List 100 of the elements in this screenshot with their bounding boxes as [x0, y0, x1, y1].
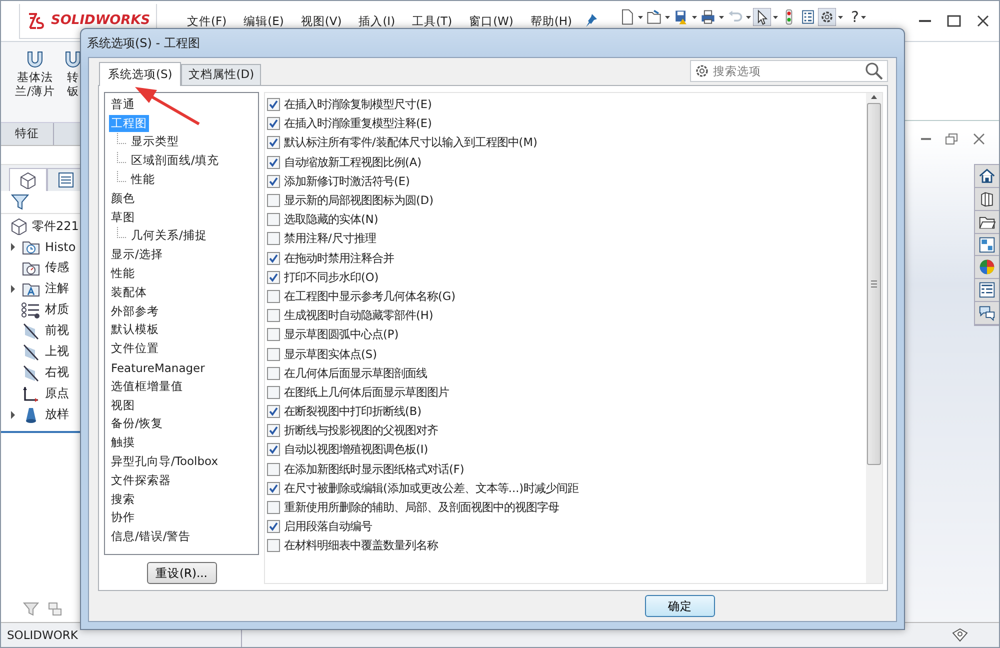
option-label: 在尺寸被删除或编辑(添加或更改公差、文本等...)时减少间距 [284, 480, 579, 496]
option-label: 在拖动时禁用注释合并 [284, 250, 394, 266]
category-item[interactable]: 视图 [109, 396, 137, 414]
dialog-tab[interactable]: 系统选项(S) [99, 62, 182, 86]
material-list-icon [21, 300, 41, 318]
checkbox[interactable] [267, 424, 280, 438]
category-item[interactable]: 性能 [129, 171, 157, 188]
category-item[interactable]: 选值框增量值 [109, 378, 185, 395]
open-folder-icon[interactable] [645, 8, 664, 26]
expand-arrow-icon[interactable] [9, 284, 17, 294]
category-item[interactable]: 备份/恢复 [109, 415, 165, 432]
ok-button[interactable]: 确定 [645, 595, 715, 617]
printer-icon[interactable] [699, 8, 718, 26]
option-label: 显示草图实体点(S) [284, 346, 377, 362]
filter-icon [23, 601, 39, 617]
command-button[interactable]: 转 钣 [62, 48, 83, 122]
checkbox[interactable] [267, 386, 280, 399]
menu-item[interactable]: 工具(T) [412, 14, 452, 28]
category-item[interactable]: 性能 [109, 265, 137, 282]
category-item[interactable]: FeatureManager [109, 360, 207, 376]
checkbox[interactable] [267, 443, 280, 456]
category-item[interactable]: 普通 [109, 96, 137, 113]
tree-item[interactable]: 前视 [45, 322, 69, 339]
expand-arrow-icon[interactable] [9, 410, 17, 420]
checkbox[interactable] [267, 290, 280, 303]
checkbox[interactable] [267, 405, 280, 418]
plane-icon [21, 322, 41, 340]
category-item[interactable]: 显示/选择 [109, 246, 165, 264]
expand-arrow-icon[interactable] [9, 242, 17, 252]
checkbox[interactable] [267, 539, 280, 552]
gear-icon [695, 64, 709, 78]
tree-item[interactable]: 传感 [45, 259, 69, 276]
checkbox[interactable] [267, 252, 280, 265]
settings-icon[interactable] [818, 8, 836, 26]
menu-item[interactable]: 插入(I) [358, 14, 396, 28]
category-item[interactable]: 搜索 [109, 490, 137, 508]
checkbox[interactable] [267, 501, 280, 514]
checkbox[interactable] [267, 462, 280, 476]
checkbox[interactable] [267, 174, 280, 188]
category-item[interactable]: 外部参考 [109, 302, 161, 320]
menu-item[interactable]: 帮助(H) [530, 14, 572, 28]
checkbox[interactable] [267, 270, 280, 284]
menu-item[interactable]: 编辑(E) [244, 14, 284, 28]
checkbox[interactable] [267, 309, 280, 322]
option-label: 在材料明细表中覆盖数量列名称 [284, 538, 438, 554]
category-item[interactable]: 装配体 [109, 284, 149, 301]
tree-item[interactable]: Histo [45, 240, 76, 254]
category-item[interactable]: 信息/错误/警告 [109, 528, 193, 546]
checkbox[interactable] [267, 366, 280, 380]
checkbox[interactable] [267, 482, 280, 495]
category-item[interactable]: 异型孔向导/Toolbox [109, 453, 220, 470]
checkbox[interactable] [267, 117, 280, 130]
search-field[interactable]: 搜索选项 [690, 60, 888, 82]
scrollbar-thumb[interactable] [867, 103, 881, 465]
category-item[interactable]: 颜色 [109, 190, 137, 207]
tree-root[interactable]: 零件221 [32, 218, 79, 234]
dialog-tab[interactable]: 文档属性(D) [181, 64, 262, 85]
category-item[interactable]: 文件探索器 [109, 472, 173, 489]
tree-item[interactable]: 注解 [45, 280, 69, 297]
tree-item[interactable]: 放样 [45, 406, 69, 423]
option-label: 选取隐藏的实体(N) [284, 212, 378, 228]
category-item[interactable]: 协作 [109, 509, 137, 526]
category-item[interactable]: 文件位置 [109, 340, 161, 358]
category-item[interactable]: 几何关系/捕捉 [129, 227, 209, 244]
pointer-icon[interactable] [753, 8, 772, 26]
category-item[interactable]: 草图 [109, 208, 137, 226]
tree-item[interactable]: 右视 [45, 364, 69, 381]
grip-icon [871, 280, 877, 288]
option-label: 禁用注释/尺寸推理 [284, 231, 376, 246]
maximize-icon [947, 15, 961, 27]
menu-item[interactable]: 视图(V) [300, 14, 342, 28]
search-icon [865, 62, 883, 80]
command-button[interactable]: 基体法 兰/薄片 [15, 48, 55, 122]
origin-axes-icon [21, 384, 41, 402]
option-label: 在断裂视图中打印折断线(B) [284, 404, 422, 420]
checkbox[interactable] [267, 328, 280, 342]
checkbox[interactable] [267, 98, 280, 112]
checkbox[interactable] [267, 232, 280, 246]
help-button[interactable]: ? [851, 8, 860, 26]
checkbox[interactable] [267, 213, 280, 226]
checkbox[interactable] [267, 348, 280, 361]
tree-item[interactable]: 上视 [45, 343, 69, 360]
checkbox[interactable] [267, 136, 280, 150]
restore-icon [945, 132, 959, 144]
option-label: 在几何体后面显示草图剖面线 [284, 366, 427, 381]
tree-item[interactable]: 材质 [45, 301, 69, 318]
checkbox[interactable] [267, 194, 280, 208]
option-label: 折断线与投影视图的父视图对齐 [284, 423, 438, 438]
category-item[interactable]: 默认模板 [109, 321, 161, 338]
checkbox[interactable] [267, 520, 280, 534]
reset-button[interactable]: 重设(R)... [146, 562, 216, 584]
plane-icon [21, 364, 41, 382]
menu-item[interactable]: 窗口(W) [469, 14, 514, 28]
checkbox[interactable] [267, 156, 280, 169]
option-label: 添加新修订时激活符号(E) [284, 174, 410, 189]
category-item[interactable]: 触摸 [109, 434, 137, 452]
category-item[interactable]: 区域剖面线/填充 [129, 152, 221, 170]
category-item[interactable]: 显示类型 [129, 133, 181, 150]
menu-item[interactable]: 文件(F) [187, 14, 227, 28]
tree-item[interactable]: 原点 [45, 385, 69, 402]
